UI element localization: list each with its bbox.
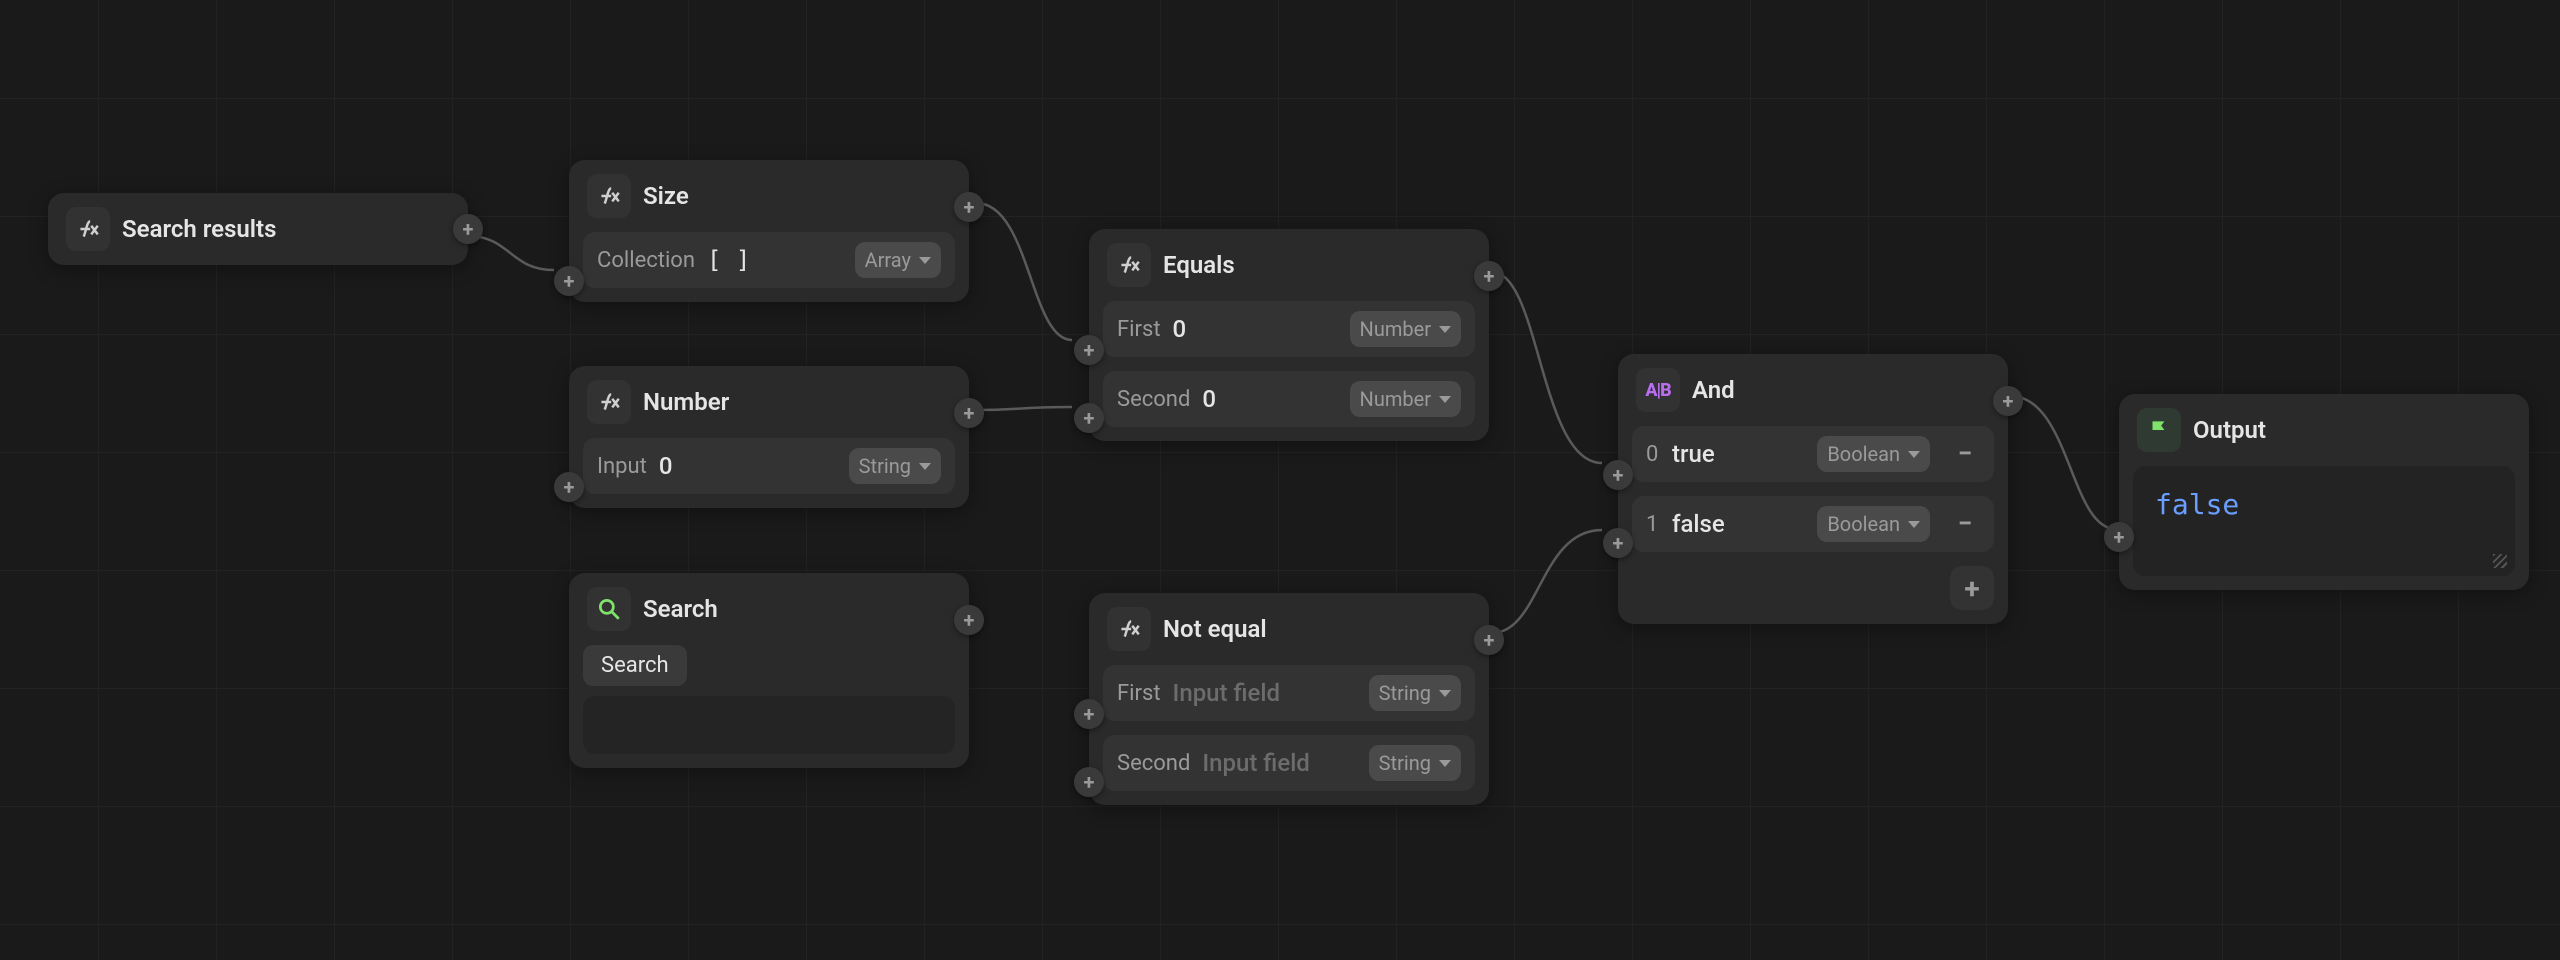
row-label: Second — [1117, 751, 1190, 776]
row-value: 0 — [659, 452, 673, 480]
output-port[interactable] — [1474, 625, 1504, 655]
row-label: Collection — [597, 248, 695, 273]
type-select-array[interactable]: Array — [855, 242, 941, 278]
row-index: 0 — [1646, 442, 1660, 467]
row-label: Input — [597, 454, 647, 479]
row-value: 0 — [1173, 315, 1187, 343]
input-row[interactable]: Input 0 String — [583, 438, 955, 494]
input-row-collection[interactable]: Collection [ ] Array — [583, 232, 955, 288]
chevron-down-icon — [1439, 326, 1451, 333]
type-label: Boolean — [1827, 512, 1900, 536]
fx-icon — [587, 174, 631, 218]
node-search-results[interactable]: Search results — [48, 193, 468, 265]
node-title: Not equal — [1163, 615, 1267, 643]
input-port-second[interactable] — [1074, 403, 1104, 433]
type-label: String — [859, 454, 911, 478]
input-row-0[interactable]: 0 true Boolean − — [1632, 426, 1994, 482]
node-title: Equals — [1163, 251, 1235, 279]
node-number[interactable]: Number Input 0 String — [569, 366, 969, 508]
search-body[interactable] — [583, 696, 955, 754]
node-and[interactable]: A|B And 0 true Boolean − 1 false Boolean… — [1618, 354, 2008, 624]
type-select-number[interactable]: Number — [1350, 311, 1461, 347]
input-row-first[interactable]: First 0 Number — [1103, 301, 1475, 357]
type-select-number[interactable]: Number — [1350, 381, 1461, 417]
output-port[interactable] — [453, 214, 483, 244]
input-port[interactable] — [554, 472, 584, 502]
type-select-boolean[interactable]: Boolean — [1817, 436, 1930, 472]
row-value: [ ] — [707, 246, 750, 274]
node-not-equal[interactable]: Not equal First Input field String Secon… — [1089, 593, 1489, 805]
output-port[interactable] — [1474, 261, 1504, 291]
row-label: Second — [1117, 387, 1190, 412]
input-port-second[interactable] — [1074, 767, 1104, 797]
input-port-first[interactable] — [1074, 335, 1104, 365]
type-select-string[interactable]: String — [1369, 675, 1461, 711]
chevron-down-icon — [1439, 760, 1451, 767]
add-row-button[interactable]: + — [1950, 566, 1994, 610]
node-search[interactable]: Search Search — [569, 573, 969, 768]
type-select-boolean[interactable]: Boolean — [1817, 506, 1930, 542]
type-label: String — [1379, 751, 1431, 775]
row-label: First — [1117, 317, 1161, 342]
tab-search[interactable]: Search — [583, 645, 687, 686]
node-title: Search results — [122, 215, 276, 243]
type-label: Number — [1360, 387, 1431, 411]
type-label: String — [1379, 681, 1431, 705]
input-port-first[interactable] — [1074, 699, 1104, 729]
input-row-second[interactable]: Second 0 Number — [1103, 371, 1475, 427]
row-value: false — [1672, 510, 1725, 538]
chevron-down-icon — [1439, 690, 1451, 697]
type-select-string[interactable]: String — [849, 448, 941, 484]
row-value: 0 — [1202, 385, 1216, 413]
output-port[interactable] — [954, 605, 984, 635]
fx-icon — [1107, 607, 1151, 651]
input-port-0[interactable] — [1603, 460, 1633, 490]
chevron-down-icon — [1908, 451, 1920, 458]
row-label: First — [1117, 681, 1161, 706]
node-title: Search — [643, 595, 718, 623]
row-placeholder: Input field — [1202, 749, 1309, 777]
node-title: Output — [2193, 416, 2266, 444]
node-equals[interactable]: Equals First 0 Number Second 0 Number — [1089, 229, 1489, 441]
input-row-first[interactable]: First Input field String — [1103, 665, 1475, 721]
chevron-down-icon — [1908, 521, 1920, 528]
fx-icon — [1107, 243, 1151, 287]
type-label: Boolean — [1827, 442, 1900, 466]
remove-row-button[interactable]: − — [1950, 509, 1980, 539]
fx-icon — [66, 207, 110, 251]
row-index: 1 — [1646, 512, 1660, 537]
output-port[interactable] — [954, 398, 984, 428]
row-value: true — [1672, 440, 1715, 468]
input-port[interactable] — [554, 266, 584, 296]
input-row-1[interactable]: 1 false Boolean − — [1632, 496, 1994, 552]
type-label: Number — [1360, 317, 1431, 341]
input-row-second[interactable]: Second Input field String — [1103, 735, 1475, 791]
node-size[interactable]: Size Collection [ ] Array — [569, 160, 969, 302]
search-icon — [587, 587, 631, 631]
type-label: Array — [865, 248, 911, 272]
node-title: And — [1692, 376, 1735, 404]
remove-row-button[interactable]: − — [1950, 439, 1980, 469]
node-output[interactable]: Output false — [2119, 394, 2529, 590]
node-title: Size — [643, 182, 689, 210]
chevron-down-icon — [1439, 396, 1451, 403]
chevron-down-icon — [919, 257, 931, 264]
fx-icon — [587, 380, 631, 424]
ab-icon: A|B — [1636, 368, 1680, 412]
input-port[interactable] — [2104, 522, 2134, 552]
chevron-down-icon — [919, 463, 931, 470]
flag-icon — [2137, 408, 2181, 452]
type-select-string[interactable]: String — [1369, 745, 1461, 781]
node-title: Number — [643, 388, 729, 416]
output-value[interactable]: false — [2133, 466, 2515, 576]
input-port-1[interactable] — [1603, 528, 1633, 558]
output-port[interactable] — [1993, 386, 2023, 416]
output-port[interactable] — [954, 192, 984, 222]
row-placeholder: Input field — [1173, 679, 1280, 707]
